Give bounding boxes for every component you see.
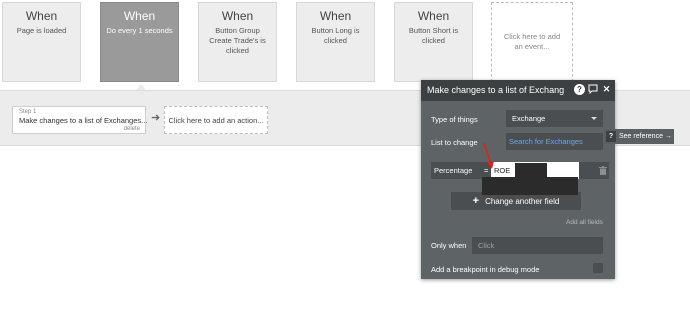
event-description: Button Group Create Trade's is clicked	[209, 26, 266, 55]
event-button-short-clicked[interactable]: When Button Short is clicked	[394, 2, 473, 82]
event-button-group-clicked[interactable]: When Button Group Create Trade's is clic…	[198, 2, 277, 82]
step-number: Step 1	[19, 109, 37, 115]
type-of-things-label: Type of things	[431, 115, 478, 124]
type-of-things-value: Exchange	[512, 114, 546, 123]
breakpoint-label: Add a breakpoint in debug mode	[431, 265, 540, 274]
comment-icon[interactable]	[587, 84, 598, 95]
help-icon[interactable]: ?	[574, 84, 585, 95]
type-of-things-dropdown[interactable]: Exchange	[506, 110, 603, 127]
event-description: Do every 1 seconds	[106, 26, 173, 35]
step-title: Make changes to a list of Exchanges...	[19, 116, 148, 125]
event-description: Button Short is clicked	[408, 26, 459, 45]
only-when-input[interactable]: Click	[472, 237, 603, 254]
change-another-field-label: Change another field	[485, 197, 560, 206]
red-annotation-arrow-icon	[483, 142, 494, 169]
event-when-label: When	[221, 9, 254, 23]
field-name-label: Percentage	[434, 166, 473, 175]
only-when-label: Only when	[431, 241, 467, 250]
step-delete-link[interactable]: delete	[124, 126, 140, 132]
add-event-button[interactable]: Click here to add an event...	[491, 2, 573, 82]
panel-title: Make changes to a list of Exchang	[427, 85, 565, 95]
trash-icon[interactable]	[599, 166, 607, 175]
chevron-down-icon	[591, 117, 597, 120]
redaction-block	[482, 177, 578, 195]
list-to-change-label: List to change	[431, 138, 478, 147]
list-to-change-field[interactable]: Search for Exchanges	[506, 133, 603, 150]
question-mark-icon: ?	[606, 131, 616, 142]
event-description: Button Long is clicked	[311, 26, 360, 45]
event-when-label: When	[25, 9, 58, 23]
see-reference-button[interactable]: ? See reference →	[604, 129, 674, 144]
see-reference-label: See reference →	[619, 133, 672, 140]
close-icon[interactable]: ✕	[601, 84, 612, 95]
event-button-long-clicked[interactable]: When Button Long is clicked	[296, 2, 375, 82]
plus-icon: +	[472, 195, 480, 207]
add-all-fields-link[interactable]: Add all fields	[566, 219, 603, 226]
event-do-every-seconds[interactable]: When Do every 1 seconds	[100, 2, 179, 82]
event-when-label: When	[417, 9, 450, 23]
event-when-label: When	[123, 9, 156, 23]
event-description: Page is loaded	[16, 26, 67, 35]
step-card[interactable]: Step 1 Make changes to a list of Exchang…	[12, 106, 148, 134]
arrow-right-icon: ➜	[151, 112, 161, 124]
event-page-loaded[interactable]: When Page is loaded	[2, 2, 81, 82]
redaction-block	[515, 163, 547, 177]
breakpoint-checkbox[interactable]	[593, 263, 603, 273]
panel-header: Make changes to a list of Exchang ? ✕	[421, 80, 615, 101]
add-action-button[interactable]: Click here to add an action...	[164, 106, 268, 134]
event-when-label: When	[319, 9, 352, 23]
